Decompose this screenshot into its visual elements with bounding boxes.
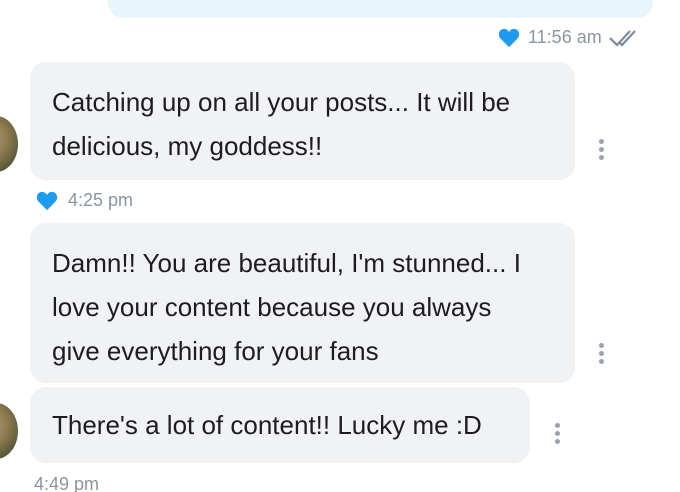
double-check-icon — [608, 29, 636, 47]
message-line: delicious, my goddess!! — [52, 131, 323, 161]
message-timestamp: 4:49 pm — [34, 474, 100, 492]
more-vertical-icon[interactable] — [599, 139, 605, 163]
message-line: Damn!! You are beautiful, I'm stunned...… — [52, 248, 521, 278]
received-message-bubble[interactable]: Catching up on all your posts... It will… — [30, 62, 575, 180]
message-line: Catching up on all your posts... It will… — [52, 87, 511, 117]
received-message-bubble[interactable]: Damn!! You are beautiful, I'm stunned...… — [30, 223, 575, 383]
message-timestamp: 4:25 pm — [68, 190, 134, 210]
heart-icon[interactable] — [498, 28, 520, 48]
more-vertical-icon[interactable] — [555, 423, 561, 447]
avatar[interactable] — [0, 116, 18, 172]
heart-icon[interactable] — [36, 191, 58, 211]
received-message-bubble[interactable]: There's a lot of content!! Lucky me :D — [30, 387, 530, 463]
message-line: There's a lot of content!! Lucky me :D — [52, 410, 482, 440]
message-timestamp: 11:56 am — [528, 27, 602, 47]
received-message-meta: 4:25 pm — [36, 190, 133, 211]
avatar[interactable] — [0, 403, 18, 459]
message-line: love your content because you always — [52, 292, 492, 322]
more-vertical-icon[interactable] — [599, 343, 605, 367]
received-message-meta: 4:49 pm — [34, 474, 99, 492]
sent-message-bubble[interactable] — [108, 0, 653, 18]
sent-message-meta: 11:56 am — [498, 27, 642, 48]
message-line: give everything for your fans — [52, 336, 379, 366]
